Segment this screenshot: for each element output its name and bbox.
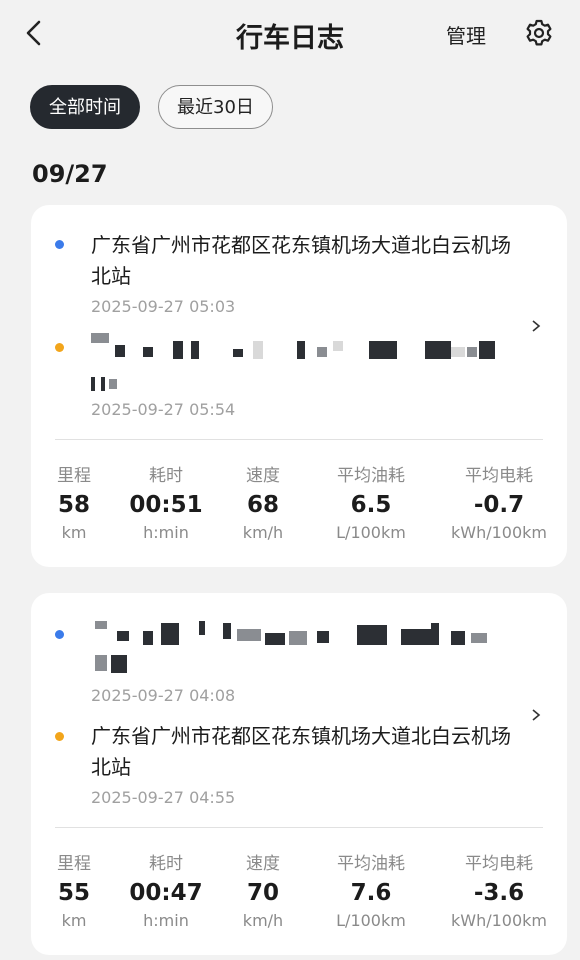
end-point-icon (55, 732, 64, 741)
divider (55, 439, 543, 440)
start-time: 2025-09-27 05:03 (91, 297, 236, 316)
start-point-icon (55, 240, 64, 249)
end-address: 广东省广州市花都区花东镇机场大道北白云机场北站 (91, 724, 511, 779)
gear-icon[interactable] (524, 18, 554, 48)
trip-stats: 里程 58 km 耗时 00:51 h:min 速度 68 km/h 平均油耗 … (31, 461, 567, 542)
stat-distance: 里程 58 km (57, 466, 91, 542)
stat-avg-power: 平均电耗 -0.7 kWh/100km (450, 466, 547, 542)
stat-speed: 速度 68 km/h (242, 466, 284, 542)
filter-all-time[interactable]: 全部时间 (30, 85, 140, 129)
filter-last-30-days[interactable]: 最近30日 (158, 85, 273, 129)
date-heading: 09/27 (32, 160, 108, 188)
start-address-redacted (91, 619, 511, 679)
stat-duration: 耗时 00:51 h:min (129, 466, 203, 542)
time-filter-group: 全部时间 最近30日 (30, 85, 273, 129)
stat-avg-fuel: 平均油耗 7.6 L/100km (336, 854, 406, 930)
stat-speed: 速度 70 km/h (242, 854, 284, 930)
top-bar: 行车日志 管理 (0, 0, 580, 70)
trip-card[interactable]: 广东省广州市花都区花东镇机场大道北白云机场北站 2025-09-27 05:03… (31, 205, 567, 567)
chevron-right-icon[interactable] (529, 319, 543, 333)
manage-button[interactable]: 管理 (446, 20, 486, 49)
trip-stats: 里程 55 km 耗时 00:47 h:min 速度 70 km/h 平均油耗 … (31, 849, 567, 930)
stat-avg-fuel: 平均油耗 6.5 L/100km (336, 466, 406, 542)
end-address-redacted (91, 333, 511, 393)
trip-card[interactable]: 2025-09-27 04:08 广东省广州市花都区花东镇机场大道北白云机场北站… (31, 593, 567, 955)
start-time: 2025-09-27 04:08 (91, 686, 236, 705)
stat-distance: 里程 55 km (57, 854, 91, 930)
page-title: 行车日志 (236, 23, 344, 54)
stat-avg-power: 平均电耗 -3.6 kWh/100km (450, 854, 547, 930)
chevron-right-icon[interactable] (529, 708, 543, 722)
stat-duration: 耗时 00:47 h:min (129, 854, 203, 930)
start-point-icon (55, 630, 64, 639)
end-time: 2025-09-27 05:54 (91, 400, 236, 419)
end-time: 2025-09-27 04:55 (91, 788, 236, 807)
end-point-icon (55, 343, 64, 352)
divider (55, 827, 543, 828)
start-address: 广东省广州市花都区花东镇机场大道北白云机场北站 (91, 233, 511, 288)
